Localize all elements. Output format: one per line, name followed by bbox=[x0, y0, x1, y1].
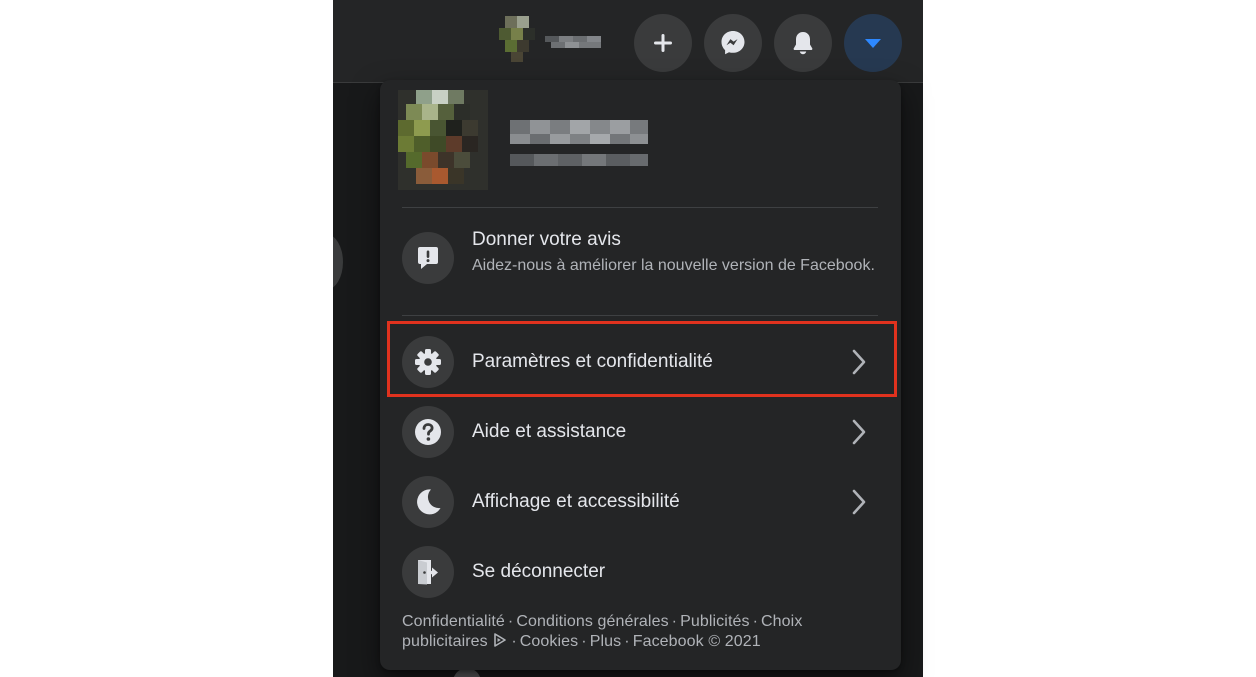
moon-icon bbox=[402, 476, 454, 528]
display-accessibility-item[interactable]: Affichage et accessibilité bbox=[388, 468, 893, 536]
copyright-text: Facebook © 2021 bbox=[632, 633, 761, 650]
separator: · bbox=[507, 613, 514, 630]
help-support-item[interactable]: Aide et assistance bbox=[388, 398, 893, 466]
separator: · bbox=[752, 613, 759, 630]
footer-link-terms[interactable]: Conditions générales bbox=[516, 613, 668, 630]
feedback-title: Donner votre avis bbox=[472, 229, 621, 250]
settings-privacy-label: Paramètres et confidentialité bbox=[472, 351, 713, 372]
footer-links: Confidentialité · Conditions générales · Pub… bbox=[402, 612, 882, 652]
separator: · bbox=[671, 613, 678, 630]
top-navigation-bar bbox=[333, 0, 923, 83]
divider bbox=[402, 207, 878, 208]
display-accessibility-label: Affichage et accessibilité bbox=[472, 491, 680, 512]
messenger-button[interactable] bbox=[704, 14, 762, 72]
feedback-description: Aidez-nous à améliorer la nouvelle versi… bbox=[472, 257, 875, 274]
give-feedback-item[interactable]: Donner votre avis Aidez-nous à améliorer… bbox=[388, 220, 893, 308]
chevron-right-icon bbox=[852, 349, 866, 375]
notifications-button[interactable] bbox=[774, 14, 832, 72]
chevron-right-icon bbox=[852, 489, 866, 515]
account-menu-button[interactable] bbox=[844, 14, 902, 72]
ad-choices-icon bbox=[494, 633, 507, 647]
footer-link-privacy[interactable]: Confidentialité bbox=[402, 613, 505, 630]
footer-link-advertising[interactable]: Publicités bbox=[680, 613, 749, 630]
gear-icon bbox=[402, 336, 454, 388]
background-element bbox=[333, 234, 343, 290]
profile-link[interactable] bbox=[398, 90, 698, 202]
create-button[interactable] bbox=[634, 14, 692, 72]
help-support-label: Aide et assistance bbox=[472, 421, 627, 442]
account-dropdown-menu: Donner votre avis Aidez-nous à améliorer… bbox=[380, 80, 901, 670]
caret-down-icon bbox=[865, 39, 881, 48]
separator: · bbox=[624, 633, 630, 650]
chevron-right-icon bbox=[852, 419, 866, 445]
footer-link-cookies[interactable]: Cookies bbox=[520, 633, 579, 650]
footer-link-more[interactable]: Plus bbox=[590, 633, 622, 650]
pixelated-profile-picture bbox=[398, 90, 488, 190]
divider bbox=[402, 315, 878, 316]
pixelated-profile-name bbox=[508, 120, 658, 180]
separator: · bbox=[581, 633, 587, 650]
feedback-icon bbox=[402, 232, 454, 284]
plus-icon bbox=[654, 34, 672, 52]
logout-item[interactable]: Se déconnecter bbox=[388, 538, 893, 606]
settings-privacy-item[interactable]: Paramètres et confidentialité bbox=[388, 328, 893, 396]
logout-icon bbox=[402, 546, 454, 598]
bell-icon bbox=[793, 32, 813, 55]
logout-label: Se déconnecter bbox=[472, 561, 606, 582]
pixelated-username[interactable] bbox=[543, 32, 605, 52]
question-icon bbox=[402, 406, 454, 458]
messenger-icon bbox=[721, 31, 745, 55]
separator: · bbox=[511, 633, 517, 650]
pixelated-avatar[interactable] bbox=[499, 12, 543, 64]
